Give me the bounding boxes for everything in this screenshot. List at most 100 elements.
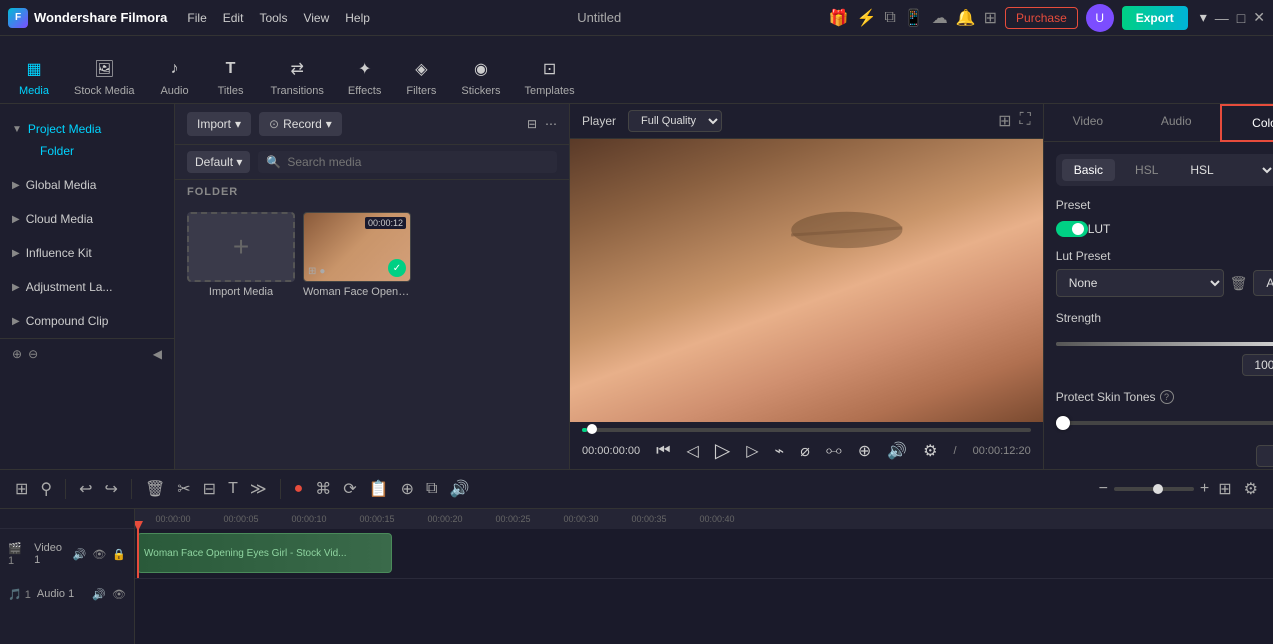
frame-forward-button[interactable]: ▷ — [746, 441, 758, 461]
strength-slider[interactable] — [1056, 334, 1273, 354]
protect-skin-slider[interactable] — [1056, 413, 1273, 433]
default-filter-button[interactable]: Default ▾ — [187, 151, 250, 173]
tl-text-button[interactable]: T — [225, 477, 241, 501]
progress-bar[interactable] — [582, 428, 1031, 432]
tl-cut-button[interactable]: ✂ — [174, 476, 193, 502]
zoom-out-button[interactable]: − — [1099, 480, 1108, 498]
layers-icon[interactable]: ⧉ — [884, 9, 895, 27]
add-lut-button[interactable]: Add — [1253, 270, 1273, 296]
tl-vol-button[interactable]: 🔊 — [446, 476, 472, 502]
menu-tools[interactable]: Tools — [259, 11, 287, 25]
video1-eye-icon[interactable]: 👁 — [92, 548, 106, 561]
grid-view-icon[interactable]: ⊞ — [998, 111, 1011, 131]
tl-snap-button[interactable]: ⊞ — [12, 476, 31, 502]
mark-out-button[interactable]: ⌀ — [800, 441, 810, 461]
remove-folder-icon[interactable]: ⊖ — [28, 347, 38, 361]
video-clip[interactable]: Woman Face Opening Eyes Girl - Stock Vid… — [137, 533, 392, 573]
zoom-in-button[interactable]: + — [1200, 480, 1209, 498]
audio1-speaker-icon[interactable]: 🔊 — [92, 588, 106, 601]
compound-clip-header[interactable]: ▶ Compound Clip — [12, 310, 162, 332]
tool-templates[interactable]: ⊡ Templates — [514, 51, 584, 103]
quality-select[interactable]: Full Quality 1/2 Quality 1/4 Quality — [628, 110, 722, 132]
adjustment-header[interactable]: ▶ Adjustment La... — [12, 276, 162, 298]
tl-delete-button[interactable]: 🗑 — [142, 476, 168, 502]
bell-icon[interactable]: 🔔 — [956, 8, 976, 28]
hsl-dropdown[interactable]: HSL — [1178, 158, 1273, 182]
tl-grid-button[interactable]: ⊞ — [1215, 476, 1234, 502]
phone-icon[interactable]: 📱 — [904, 8, 924, 28]
tab-audio[interactable]: Audio — [1132, 104, 1220, 141]
folder-item[interactable]: Folder — [12, 140, 162, 162]
close-button[interactable]: ✕ — [1253, 9, 1265, 26]
tool-transitions[interactable]: ⇄ Transitions — [261, 51, 334, 103]
filter-icon[interactable]: ⊟ — [527, 117, 537, 131]
cloud-icon[interactable]: ☁ — [932, 8, 948, 28]
audio1-eye-icon[interactable]: 👁 — [112, 588, 126, 601]
tl-speed-button[interactable]: ⟳ — [340, 476, 359, 502]
lut-toggle[interactable] — [1056, 221, 1088, 237]
menu-help[interactable]: Help — [345, 11, 370, 25]
tl-caption-button[interactable]: ⧉ — [423, 477, 440, 501]
info-icon[interactable]: ? — [1160, 390, 1174, 404]
tl-stitch-button[interactable]: ⊕ — [398, 476, 417, 502]
gift-icon[interactable]: 🎁 — [829, 8, 849, 28]
influence-kit-header[interactable]: ▶ Influence Kit — [12, 242, 162, 264]
video1-speaker-icon[interactable]: 🔊 — [73, 548, 87, 561]
lut-preset-select[interactable]: None — [1056, 269, 1224, 297]
trash-icon[interactable]: 🗑 — [1230, 275, 1248, 292]
tl-redo-button[interactable]: ↪ — [102, 476, 121, 502]
global-media-header[interactable]: ▶ Global Media — [12, 174, 162, 196]
tool-audio[interactable]: ♪ Audio — [149, 51, 201, 103]
tl-record-button[interactable]: ● — [291, 477, 307, 501]
tool-stickers[interactable]: ◉ Stickers — [451, 51, 510, 103]
tl-magnet-button[interactable]: ⚲ — [37, 476, 55, 502]
tl-clip-button[interactable]: 📋 — [366, 476, 392, 502]
more-icon[interactable]: ⋯ — [545, 117, 557, 131]
project-media-header[interactable]: ▼ Project Media — [12, 118, 162, 140]
menu-edit[interactable]: Edit — [223, 11, 244, 25]
speaker-button[interactable]: 🔊 — [887, 441, 907, 461]
tab-video[interactable]: Video — [1044, 104, 1132, 141]
collapse-icon[interactable]: ◀ — [153, 347, 162, 361]
tl-effects-button[interactable]: ⌘ — [312, 476, 334, 502]
lightning-icon[interactable]: ⚡ — [856, 8, 876, 28]
tl-undo-button[interactable]: ↩ — [76, 476, 95, 502]
play-button[interactable]: ▷ — [715, 438, 730, 463]
import-button[interactable]: Import ▾ — [187, 112, 251, 136]
import-media-thumb[interactable]: + — [187, 212, 295, 282]
snap-button[interactable]: ⧟ — [826, 442, 842, 460]
grid-icon[interactable]: ⊞ — [984, 8, 997, 28]
user-avatar[interactable]: U — [1086, 4, 1114, 32]
tl-settings-button[interactable]: ⚙ — [1241, 476, 1261, 502]
tool-titles[interactable]: T Titles — [205, 51, 257, 103]
record-button[interactable]: ⊙ Record ▾ — [259, 112, 342, 136]
frame-back-button[interactable]: ◁ — [687, 441, 699, 461]
basic-tab[interactable]: Basic — [1062, 159, 1115, 181]
skip-back-button[interactable]: ⏮ — [656, 442, 670, 460]
tl-crop-button[interactable]: ⊟ — [200, 476, 219, 502]
tool-effects[interactable]: ✦ Effects — [338, 51, 391, 103]
export-button[interactable]: Export — [1122, 6, 1188, 30]
minimize-button[interactable]: — — [1215, 10, 1229, 26]
fullscreen-icon[interactable]: ⛶ — [1020, 111, 1031, 131]
purchase-button[interactable]: Purchase — [1005, 7, 1078, 29]
video1-lock-icon[interactable]: 🔒 — [112, 548, 126, 561]
protect-thumb[interactable] — [1056, 416, 1070, 430]
add-folder-icon[interactable]: ⊕ — [12, 347, 22, 361]
settings-button[interactable]: ⚙ — [923, 441, 937, 461]
menu-view[interactable]: View — [303, 11, 329, 25]
search-input[interactable] — [287, 155, 549, 169]
tab-color[interactable]: Color — [1220, 104, 1273, 142]
maximize-button[interactable]: □ — [1237, 10, 1245, 26]
menu-file[interactable]: File — [187, 11, 206, 25]
mark-in-button[interactable]: ⌁ — [775, 441, 785, 461]
tool-filters[interactable]: ◈ Filters — [395, 51, 447, 103]
cloud-media-header[interactable]: ▶ Cloud Media — [12, 208, 162, 230]
tool-media[interactable]: ▦ Media — [8, 51, 60, 103]
tl-more-button[interactable]: ≫ — [247, 476, 270, 502]
zoom-button[interactable]: ⊕ — [858, 441, 871, 461]
hsl-tab[interactable]: HSL — [1123, 159, 1170, 181]
woman-face-thumb[interactable]: 00:00:12 ⊞ ● ✓ — [303, 212, 411, 282]
tool-stock-media[interactable]: 🖼 Stock Media — [64, 51, 145, 103]
zoom-slider[interactable] — [1114, 487, 1194, 491]
